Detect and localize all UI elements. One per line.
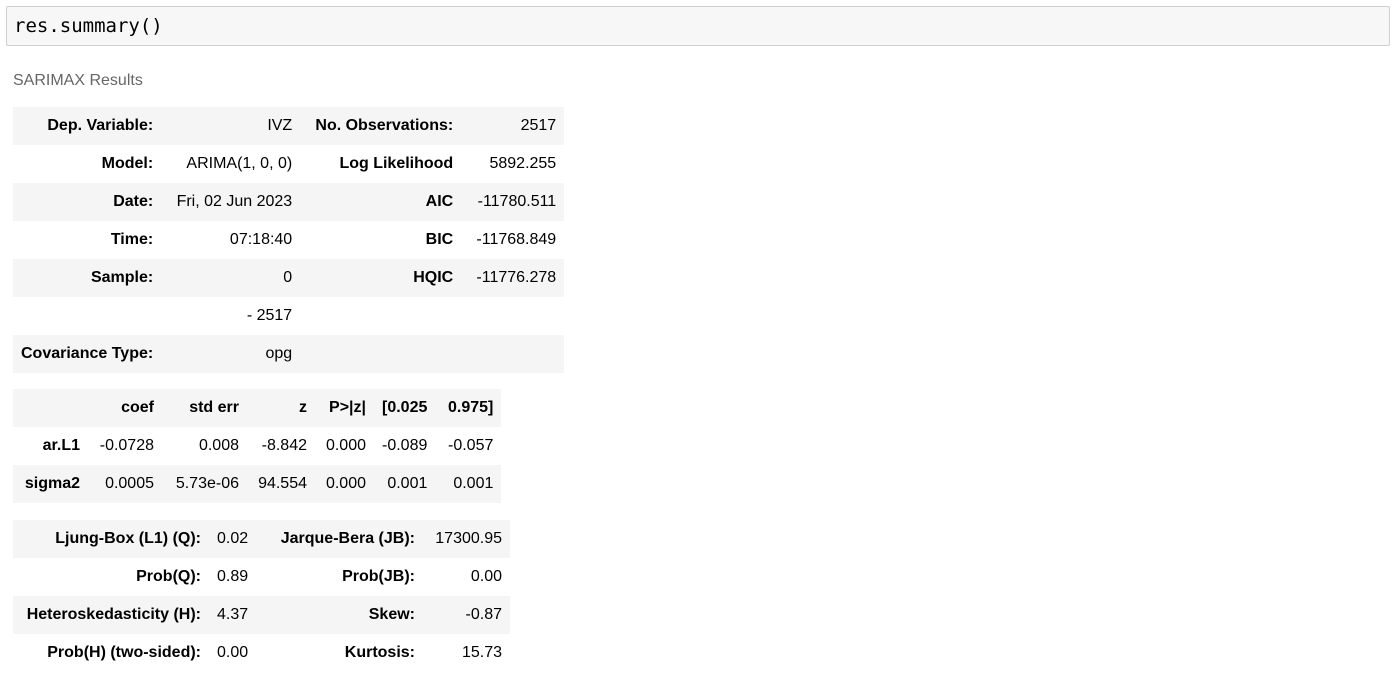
info-label: AIC bbox=[300, 183, 462, 221]
table-cell: 5.73e-06 bbox=[162, 465, 247, 503]
diag-label: Jarque-Bera (JB): bbox=[265, 520, 423, 558]
table-caption: SARIMAX Results bbox=[13, 72, 143, 89]
diag-value: 4.37 bbox=[209, 596, 265, 634]
info-value: - 2517 bbox=[246, 307, 293, 324]
table-row: - 2517 bbox=[13, 297, 564, 335]
column-header: coef bbox=[88, 389, 162, 427]
table-header-row: coef std err z P>|z| [0.025 0.975] bbox=[13, 389, 502, 427]
table-cell: -0.089 bbox=[382, 437, 428, 454]
diag-value: 17300.95 bbox=[423, 520, 510, 558]
code-text: res.summary() bbox=[14, 15, 163, 37]
table-cell: 0.001 bbox=[435, 465, 502, 503]
coefficients-table: coef std err z P>|z| [0.025 0.975] ar.L1… bbox=[13, 389, 502, 503]
diag-value: 0.02 bbox=[209, 520, 265, 558]
column-header: [0.025 bbox=[374, 389, 436, 427]
column-header: z bbox=[247, 389, 315, 427]
row-label: sigma2 bbox=[13, 465, 88, 503]
row-label: ar.L1 bbox=[42, 437, 80, 454]
info-value: 07:18:40 bbox=[229, 231, 293, 248]
info-value: -11780.511 bbox=[461, 183, 565, 221]
info-value: 2517 bbox=[461, 107, 565, 145]
table-cell: -8.842 bbox=[261, 437, 307, 454]
info-value: -11768.849 bbox=[476, 231, 557, 248]
table-cell: 0.008 bbox=[198, 437, 239, 454]
info-label: Dep. Variable: bbox=[13, 107, 162, 145]
table-row: Prob(Q): 0.89 Prob(JB): 0.00 bbox=[13, 558, 510, 596]
info-label: BIC bbox=[425, 231, 454, 248]
diagnostics-table: Ljung-Box (L1) (Q): 0.02 Jarque-Bera (JB… bbox=[13, 520, 510, 672]
info-label: No. Observations: bbox=[300, 107, 462, 145]
diag-label: Prob(H) (two-sided): bbox=[47, 644, 201, 661]
info-label: Sample: bbox=[13, 259, 162, 297]
info-label: Model: bbox=[101, 155, 154, 172]
table-cell: -0.0728 bbox=[99, 437, 154, 454]
diag-label: Prob(JB): bbox=[342, 568, 415, 585]
info-label bbox=[300, 297, 461, 335]
diag-value: 0.00 bbox=[470, 568, 502, 585]
table-cell: 0.0005 bbox=[88, 465, 162, 503]
diag-label: Heteroskedasticity (H): bbox=[13, 596, 209, 634]
table-row: Prob(H) (two-sided): 0.00 Kurtosis: 15.7… bbox=[13, 634, 510, 672]
info-value: opg bbox=[161, 335, 301, 373]
info-value: ARIMA(1, 0, 0) bbox=[186, 155, 293, 172]
info-value bbox=[461, 297, 564, 335]
info-value: 0 bbox=[161, 259, 301, 297]
column-header: std err bbox=[162, 389, 247, 427]
table-row: sigma2 0.0005 5.73e-06 94.554 0.000 0.00… bbox=[13, 465, 502, 503]
table-cell: 94.554 bbox=[247, 465, 315, 503]
code-cell-input[interactable]: res.summary() bbox=[6, 6, 1390, 46]
info-value: Fri, 02 Jun 2023 bbox=[161, 183, 301, 221]
diag-label: Kurtosis: bbox=[344, 644, 415, 661]
column-header bbox=[13, 389, 88, 427]
table-row: Date: Fri, 02 Jun 2023 AIC -11780.511 bbox=[13, 183, 565, 221]
diag-label: Prob(Q): bbox=[136, 568, 201, 585]
diag-value: 0.89 bbox=[217, 568, 249, 585]
table-row: ar.L1 -0.0728 0.008 -8.842 0.000 -0.089 … bbox=[13, 427, 501, 465]
table-cell: -0.057 bbox=[448, 437, 494, 454]
table-cell: 0.001 bbox=[374, 465, 436, 503]
table-row: Time: 07:18:40 BIC -11768.849 bbox=[13, 221, 564, 259]
model-info-table: Dep. Variable: IVZ No. Observations: 251… bbox=[13, 107, 565, 373]
diag-label: Skew: bbox=[265, 596, 423, 634]
info-label: HQIC bbox=[300, 259, 462, 297]
info-label: Log Likelihood bbox=[339, 155, 454, 172]
info-label: Date: bbox=[13, 183, 162, 221]
diag-label: Ljung-Box (L1) (Q): bbox=[13, 520, 209, 558]
diag-value: 15.73 bbox=[461, 644, 502, 661]
column-header: 0.975] bbox=[435, 389, 502, 427]
table-cell: 0.000 bbox=[325, 437, 366, 454]
info-value: 5892.255 bbox=[489, 155, 557, 172]
info-value bbox=[461, 335, 565, 373]
table-row: Sample: 0 HQIC -11776.278 bbox=[13, 259, 565, 297]
info-label: Time: bbox=[110, 231, 154, 248]
column-header: P>|z| bbox=[315, 389, 374, 427]
table-row: Heteroskedasticity (H): 4.37 Skew: -0.87 bbox=[13, 596, 510, 634]
diag-value: -0.87 bbox=[423, 596, 510, 634]
info-label bbox=[13, 297, 161, 335]
table-row: Dep. Variable: IVZ No. Observations: 251… bbox=[13, 107, 565, 145]
table-row: Ljung-Box (L1) (Q): 0.02 Jarque-Bera (JB… bbox=[13, 520, 510, 558]
diag-value: 0.00 bbox=[217, 644, 249, 661]
table-row: Covariance Type: opg bbox=[13, 335, 565, 373]
info-label: Covariance Type: bbox=[13, 335, 162, 373]
info-value: -11776.278 bbox=[461, 259, 565, 297]
info-value: IVZ bbox=[161, 107, 301, 145]
info-label bbox=[300, 335, 462, 373]
table-cell: 0.000 bbox=[315, 465, 374, 503]
table-row: Model: ARIMA(1, 0, 0) Log Likelihood 589… bbox=[13, 145, 564, 183]
